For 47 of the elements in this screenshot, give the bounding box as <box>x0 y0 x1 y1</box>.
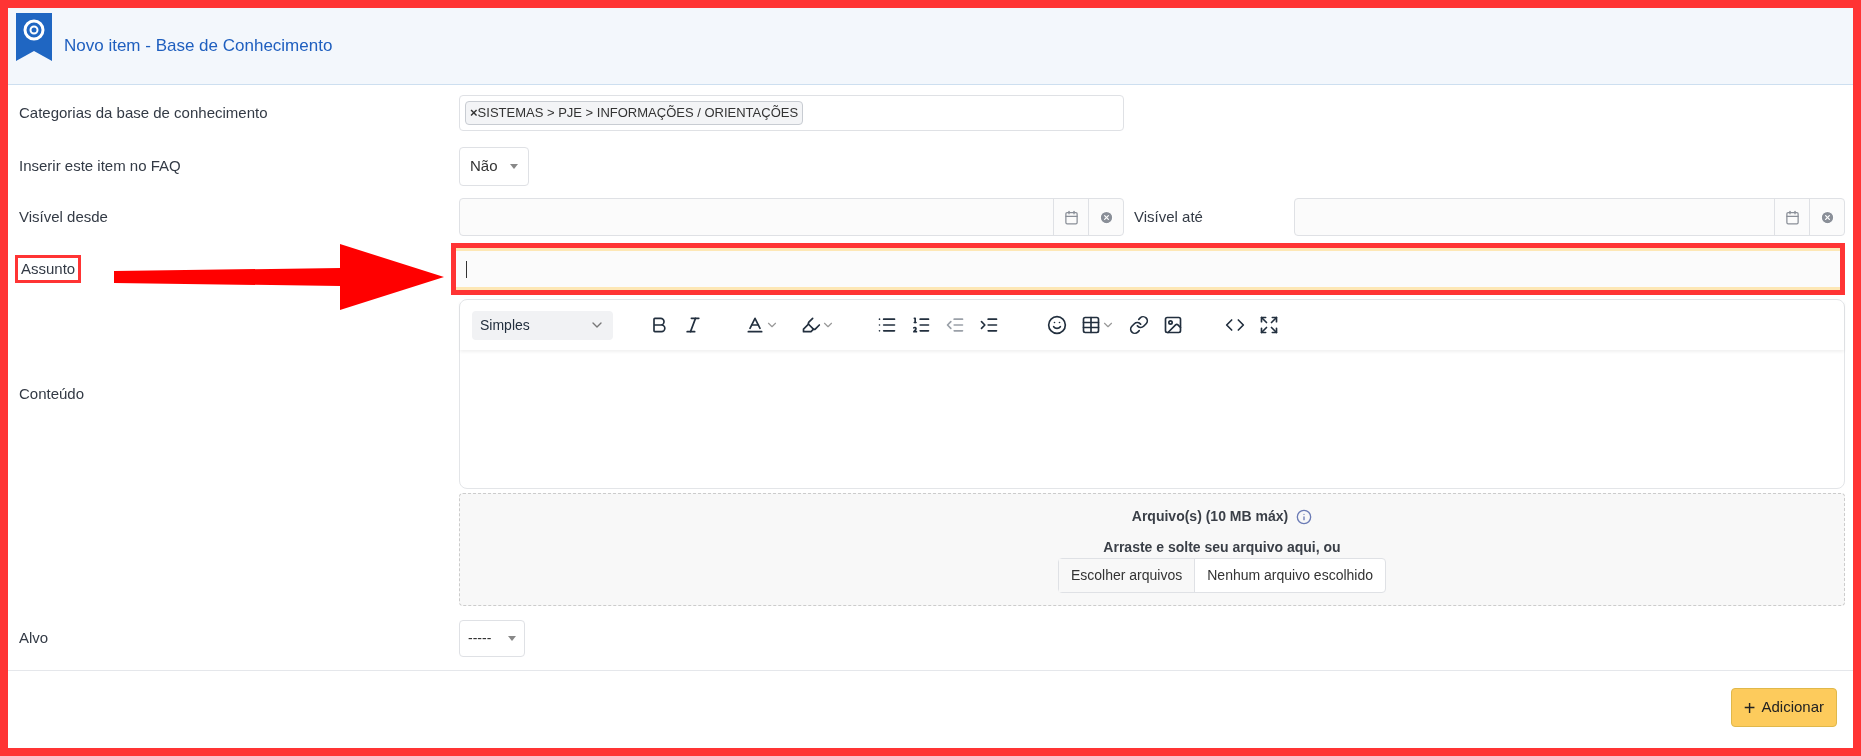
field-label: Categorias da base de conhecimento <box>19 102 268 123</box>
rich-text-editor[interactable]: Simples <box>459 299 1845 489</box>
target-select[interactable]: ----- <box>459 619 525 657</box>
calendar-icon[interactable] <box>1784 209 1800 225</box>
field-label: Visível desde <box>19 206 108 227</box>
file-status: Nenhum arquivo escolhido <box>1206 566 1374 585</box>
field-label: Alvo <box>19 627 49 648</box>
text-cursor <box>466 260 467 278</box>
table-icon[interactable] <box>1081 315 1101 335</box>
emoji-icon[interactable] <box>1047 315 1067 335</box>
plus-icon: + <box>1743 697 1756 718</box>
clear-icon[interactable] <box>1098 209 1114 225</box>
field-label: Inserir este item no FAQ <box>19 155 181 176</box>
dropzone-hint: Arraste e solte seu arquivo aqui, ou <box>1103 538 1341 557</box>
link-icon[interactable] <box>1129 315 1149 335</box>
bullet-list-icon[interactable] <box>877 315 897 335</box>
image-icon[interactable] <box>1163 315 1183 335</box>
category-select[interactable]: ×SISTEMAS > PJE > INFORMAÇÕES / ORIENTAÇÕES <box>459 95 1124 131</box>
calendar-icon[interactable] <box>1063 209 1079 225</box>
fullscreen-icon[interactable] <box>1259 315 1279 335</box>
choose-files-button[interactable]: Escolher arquivos <box>1058 559 1196 592</box>
clear-icon[interactable] <box>1819 209 1835 225</box>
italic-icon[interactable] <box>683 315 703 335</box>
field-label: Conteúdo <box>19 383 85 404</box>
page-title: Novo item - Base de Conhecimento <box>64 35 333 58</box>
highlighter-icon[interactable] <box>801 315 821 335</box>
caret-icon <box>508 635 516 641</box>
file-field[interactable]: Escolher arquivos Nenhum arquivo escolhido <box>1057 558 1386 593</box>
faq-select[interactable]: Não <box>459 146 529 186</box>
bookmark-icon <box>16 13 52 61</box>
tag-text: SISTEMAS > PJE > INFORMAÇÕES / ORIENTAÇÕES <box>477 104 799 123</box>
add-button[interactable]: + Adicionar <box>1730 688 1837 727</box>
caret-icon <box>510 163 518 169</box>
numbered-list-icon[interactable] <box>911 315 931 335</box>
text-color-icon[interactable] <box>745 315 765 335</box>
outdent-icon[interactable] <box>945 315 965 335</box>
field-label: Assunto <box>15 254 82 284</box>
attachment-title: Arquivo(s) (10 MB máx) <box>1131 507 1289 526</box>
subject-input[interactable] <box>451 243 1845 295</box>
format-select[interactable]: Simples <box>472 310 613 340</box>
attachment-dropzone[interactable]: Arquivo(s) (10 MB máx) Arraste e solte seu arquivo aqui, ou Escolher arquivos Nenhum arquivo escolhido <box>459 493 1845 606</box>
field-label: Visível até <box>1134 208 1203 225</box>
date-field[interactable] <box>1294 198 1845 236</box>
date-field[interactable] <box>459 198 1124 236</box>
info-icon[interactable] <box>1296 508 1313 525</box>
remove-tag-button[interactable]: × <box>470 103 478 123</box>
indent-icon[interactable] <box>979 315 999 335</box>
